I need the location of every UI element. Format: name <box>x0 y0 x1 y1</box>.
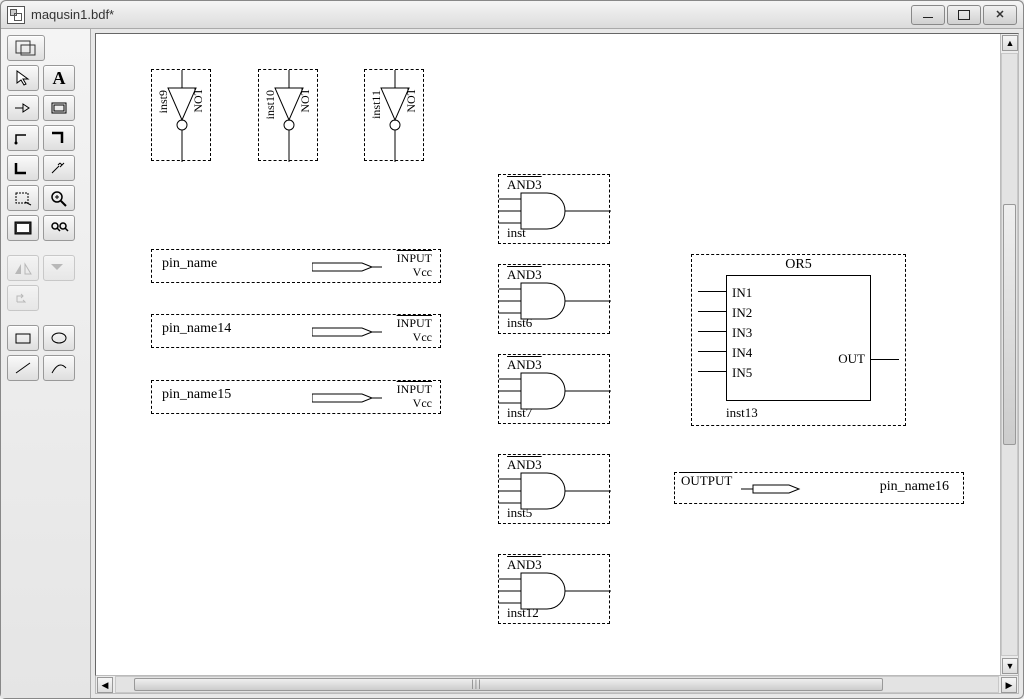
block-tool[interactable] <box>43 95 75 121</box>
tool-palette: A <box>1 29 91 698</box>
probe-tool[interactable] <box>43 155 75 181</box>
h-scroll-track[interactable] <box>115 676 999 693</box>
pin-name-label: pin_name14 <box>162 321 231 337</box>
vertical-scrollbar[interactable]: ▲ ▼ <box>1000 34 1018 675</box>
input-pin-1[interactable]: pin_name14 INPUT Vcc <box>151 314 441 348</box>
h-scroll-thumb[interactable] <box>134 678 884 691</box>
output-type-label: OUTPUT <box>681 473 732 489</box>
rotate-tool[interactable] <box>7 285 39 311</box>
rectangle-tool[interactable] <box>7 325 39 351</box>
line-tool[interactable] <box>7 355 39 381</box>
schematic-canvas[interactable]: inst9 NOT inst10 NOT inst11 NOT <box>96 34 1000 675</box>
flip-v-tool[interactable] <box>43 255 75 281</box>
instance-label: inst13 <box>726 405 758 421</box>
and3-gate-inst6[interactable]: AND3 inst6 <box>498 264 610 334</box>
pin-type-label: INPUT Vcc <box>397 251 432 279</box>
not-gate-inst11[interactable]: inst11 NOT <box>364 69 424 161</box>
wire-tool-2[interactable] <box>43 125 75 151</box>
output-pin[interactable]: OUTPUT pin_name16 <box>674 472 964 504</box>
output-symbol <box>741 482 811 496</box>
fullscreen-tool[interactable] <box>7 215 39 241</box>
ellipse-tool[interactable] <box>43 325 75 351</box>
text-tool[interactable]: A <box>43 65 75 91</box>
editor: inst9 NOT inst10 NOT inst11 NOT <box>91 29 1023 698</box>
scroll-down-button[interactable]: ▼ <box>1002 658 1018 674</box>
pointer-tool[interactable] <box>7 65 39 91</box>
horizontal-scrollbar[interactable]: ◀ ▶ <box>95 676 1019 694</box>
output-port-label: OUT <box>838 351 865 367</box>
pin-type-label: INPUT Vcc <box>397 316 432 344</box>
scroll-left-button[interactable]: ◀ <box>97 677 113 693</box>
pin-tool[interactable] <box>7 95 39 121</box>
close-button[interactable] <box>983 5 1017 25</box>
symbol-block-tool[interactable] <box>7 35 45 61</box>
app-window: maqusin1.bdf* A <box>0 0 1024 699</box>
scroll-up-button[interactable]: ▲ <box>1002 35 1018 51</box>
selection-tool[interactable] <box>7 185 39 211</box>
pin-name-label: pin_name16 <box>880 479 949 495</box>
minimize-button[interactable] <box>911 5 945 25</box>
and3-gate-inst7[interactable]: AND3 inst7 <box>498 354 610 424</box>
v-scroll-thumb[interactable] <box>1003 204 1016 444</box>
input-pin-0[interactable]: pin_name INPUT Vcc <box>151 249 441 283</box>
and3-gate-inst5[interactable]: AND3 inst5 <box>498 454 610 524</box>
flip-h-tool[interactable] <box>7 255 39 281</box>
bus-tool[interactable] <box>7 155 39 181</box>
doc-icon <box>7 6 25 24</box>
scroll-right-button[interactable]: ▶ <box>1001 677 1017 693</box>
arc-tool[interactable] <box>43 355 75 381</box>
pin-type-label: INPUT Vcc <box>397 382 432 410</box>
not-gate-inst10[interactable]: inst10 NOT <box>258 69 318 161</box>
v-scroll-track[interactable] <box>1001 53 1018 656</box>
window-controls <box>911 5 1017 25</box>
wire-tool-1[interactable] <box>7 125 39 151</box>
and3-gate-inst[interactable]: AND3 inst <box>498 174 610 244</box>
titlebar[interactable]: maqusin1.bdf* <box>1 1 1023 29</box>
input-pin-2[interactable]: pin_name15 INPUT Vcc <box>151 380 441 414</box>
and3-gate-inst12[interactable]: AND3 inst12 <box>498 554 610 624</box>
pin-name-label: pin_name <box>162 256 217 272</box>
or5-block-inst13[interactable]: OR5 IN1 IN2 IN3 IN4 IN5 OUT inst13 <box>691 254 906 426</box>
window-title: maqusin1.bdf* <box>31 7 114 22</box>
block-type-label: OR5 <box>785 257 811 273</box>
find-tool[interactable] <box>43 215 75 241</box>
zoom-tool[interactable] <box>43 185 75 211</box>
maximize-button[interactable] <box>947 5 981 25</box>
input-ports: IN1 IN2 IN3 IN4 IN5 <box>732 283 752 383</box>
pin-name-label: pin_name15 <box>162 387 231 403</box>
not-gate-inst9[interactable]: inst9 NOT <box>151 69 211 161</box>
